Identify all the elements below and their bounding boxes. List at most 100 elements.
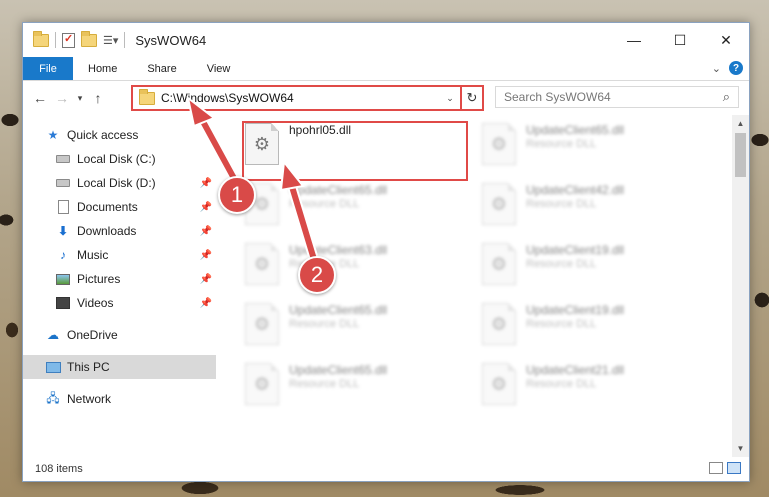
list-item[interactable]: ⚙ UpdateClient19.dll Resource DLL [482, 303, 702, 363]
downloads-icon: ⬇ [57, 224, 69, 238]
file-explorer-window: ☰▾ SysWOW64 — ☐ ✕ File Home Share View ⌄… [22, 22, 750, 482]
file-name: UpdateClient42.dll [526, 183, 625, 197]
callout-badge-2: 2 [298, 256, 336, 294]
dll-file-icon: ⚙ [482, 303, 516, 345]
sidebar-item-videos[interactable]: Videos 📌 [23, 291, 216, 315]
sidebar-item-downloads[interactable]: ⬇ Downloads 📌 [23, 219, 216, 243]
tab-view[interactable]: View [192, 57, 246, 80]
list-item[interactable]: ⚙ UpdateClient65.dll Resource DLL [245, 303, 465, 363]
sidebar-item-music[interactable]: ♪ Music 📌 [23, 243, 216, 267]
tab-home[interactable]: Home [73, 57, 132, 80]
list-item[interactable]: ⚙ UpdateClient19.dll Resource DLL [482, 243, 702, 303]
sidebar-item-label: Music [77, 248, 109, 262]
status-bar: 108 items [23, 457, 749, 481]
sidebar-item-label: Quick access [67, 128, 139, 142]
pictures-icon [55, 272, 71, 286]
vertical-scrollbar[interactable]: ▲ ▼ [732, 115, 749, 457]
file-name: UpdateClient65.dll [526, 123, 625, 137]
dll-file-icon: ⚙ [245, 303, 279, 345]
list-item[interactable]: ⚙ UpdateClient65.dll Resource DLL [482, 123, 702, 183]
videos-icon [55, 296, 71, 310]
tiles-view-icon[interactable] [727, 462, 741, 474]
folder-icon[interactable] [33, 30, 49, 47]
search-icon[interactable]: ⌕ [723, 89, 730, 105]
ribbon-tabs: File Home Share View ⌄ ? [23, 57, 749, 81]
list-item[interactable]: ⚙ UpdateClient65.dll Resource DLL [245, 363, 465, 423]
address-path[interactable]: C:\Windows\SysWOW64 [161, 91, 442, 105]
file-name: UpdateClient65.dll [289, 183, 388, 197]
item-count: 108 items [35, 463, 83, 475]
file-type: Resource DLL [289, 198, 360, 210]
pin-icon[interactable]: 📌 [200, 202, 212, 213]
file-type: Resource DLL [526, 258, 597, 270]
minimize-button[interactable]: — [611, 23, 657, 57]
pin-icon[interactable]: 📌 [200, 178, 212, 189]
file-type: Resource DLL [526, 378, 597, 390]
search-input[interactable]: Search SysWOW64 ⌕ [495, 86, 739, 108]
maximize-button[interactable]: ☐ [657, 23, 703, 57]
customize-toolbar-icon[interactable]: ☰▾ [103, 34, 118, 47]
pin-icon[interactable]: 📌 [200, 298, 212, 309]
file-type: Resource DLL [526, 138, 597, 150]
pin-icon[interactable]: 📌 [200, 250, 212, 261]
sidebar-item-label: Documents [77, 200, 138, 214]
sidebar-item-this-pc[interactable]: This PC [23, 355, 216, 379]
sidebar-item-label: Pictures [77, 272, 121, 286]
file-name: UpdateClient21.dll [526, 363, 625, 377]
tab-file[interactable]: File [23, 57, 73, 80]
tab-share[interactable]: Share [132, 57, 191, 80]
dll-file-icon: ⚙ [482, 183, 516, 225]
details-view-icon[interactable] [709, 462, 723, 474]
sidebar-item-network[interactable]: 🖧 Network [23, 387, 216, 411]
file-name: UpdateClient65.dll [289, 303, 388, 317]
dll-file-icon: ⚙ [482, 363, 516, 405]
help-icon[interactable]: ? [729, 61, 743, 75]
sidebar-item-label: Network [67, 392, 112, 406]
sidebar-item-documents[interactable]: Documents 📌 [23, 195, 216, 219]
sidebar-item-quick-access[interactable]: ★ Quick access [23, 123, 216, 147]
sidebar-item-local-disk-c[interactable]: Local Disk (C:) [23, 147, 216, 171]
scroll-down-icon[interactable]: ▼ [732, 440, 749, 457]
list-item[interactable]: ⚙ UpdateClient42.dll Resource DLL [482, 183, 702, 243]
highlight-box [242, 121, 468, 181]
list-item[interactable]: ⚙ UpdateClient65.dll Resource DLL [245, 183, 465, 243]
file-name: UpdateClient65.dll [289, 363, 388, 377]
refresh-button[interactable]: ↻ [460, 85, 484, 111]
pin-icon[interactable]: 📌 [200, 226, 212, 237]
search-placeholder: Search SysWOW64 [504, 90, 611, 104]
sidebar-item-label: Downloads [77, 224, 137, 238]
chevron-down-icon[interactable]: ⌄ [442, 93, 458, 104]
documents-icon [55, 200, 71, 214]
title-bar: ☰▾ SysWOW64 — ☐ ✕ [23, 23, 749, 57]
address-bar[interactable]: C:\Windows\SysWOW64 ⌄ [131, 85, 484, 111]
back-arrow-icon[interactable]: ← [29, 90, 51, 106]
star-icon: ★ [47, 128, 59, 142]
toolbar-separator [124, 32, 126, 48]
file-name: UpdateClient63.dll [289, 243, 388, 257]
new-folder-icon[interactable] [81, 30, 97, 47]
scroll-up-icon[interactable]: ▲ [732, 115, 749, 132]
file-list: ⚙ hpohrl05.dll ⚙ UpdateClient65.dll Reso… [216, 115, 749, 457]
scrollbar-thumb[interactable] [735, 133, 746, 177]
music-icon: ♪ [60, 248, 66, 262]
expand-ribbon-icon[interactable]: ⌄ [712, 62, 721, 75]
list-item[interactable]: ⚙ UpdateClient63.dll Resource DLL [245, 243, 465, 303]
file-name: UpdateClient19.dll [526, 243, 625, 257]
sidebar-item-local-disk-d[interactable]: Local Disk (D:) 📌 [23, 171, 216, 195]
close-button[interactable]: ✕ [703, 23, 749, 57]
forward-arrow-icon[interactable]: → [51, 90, 73, 106]
recent-locations-chevron-icon[interactable]: ▾ [73, 93, 87, 104]
quick-access-toolbar: ☰▾ [23, 30, 126, 48]
sidebar-item-onedrive[interactable]: ☁ OneDrive [23, 323, 216, 347]
file-type: Resource DLL [526, 318, 597, 330]
dll-file-icon: ⚙ [482, 243, 516, 285]
dll-file-icon: ⚙ [482, 123, 516, 165]
pin-icon[interactable]: 📌 [200, 274, 212, 285]
properties-icon[interactable] [62, 32, 75, 48]
view-toggle [709, 462, 741, 474]
sidebar-item-pictures[interactable]: Pictures 📌 [23, 267, 216, 291]
list-item[interactable]: ⚙ UpdateClient21.dll Resource DLL [482, 363, 702, 423]
up-arrow-icon[interactable]: ↑ [87, 90, 109, 106]
sidebar-item-label: OneDrive [67, 328, 118, 342]
navigation-pane: ★ Quick access Local Disk (C:) Local Dis… [23, 115, 216, 457]
